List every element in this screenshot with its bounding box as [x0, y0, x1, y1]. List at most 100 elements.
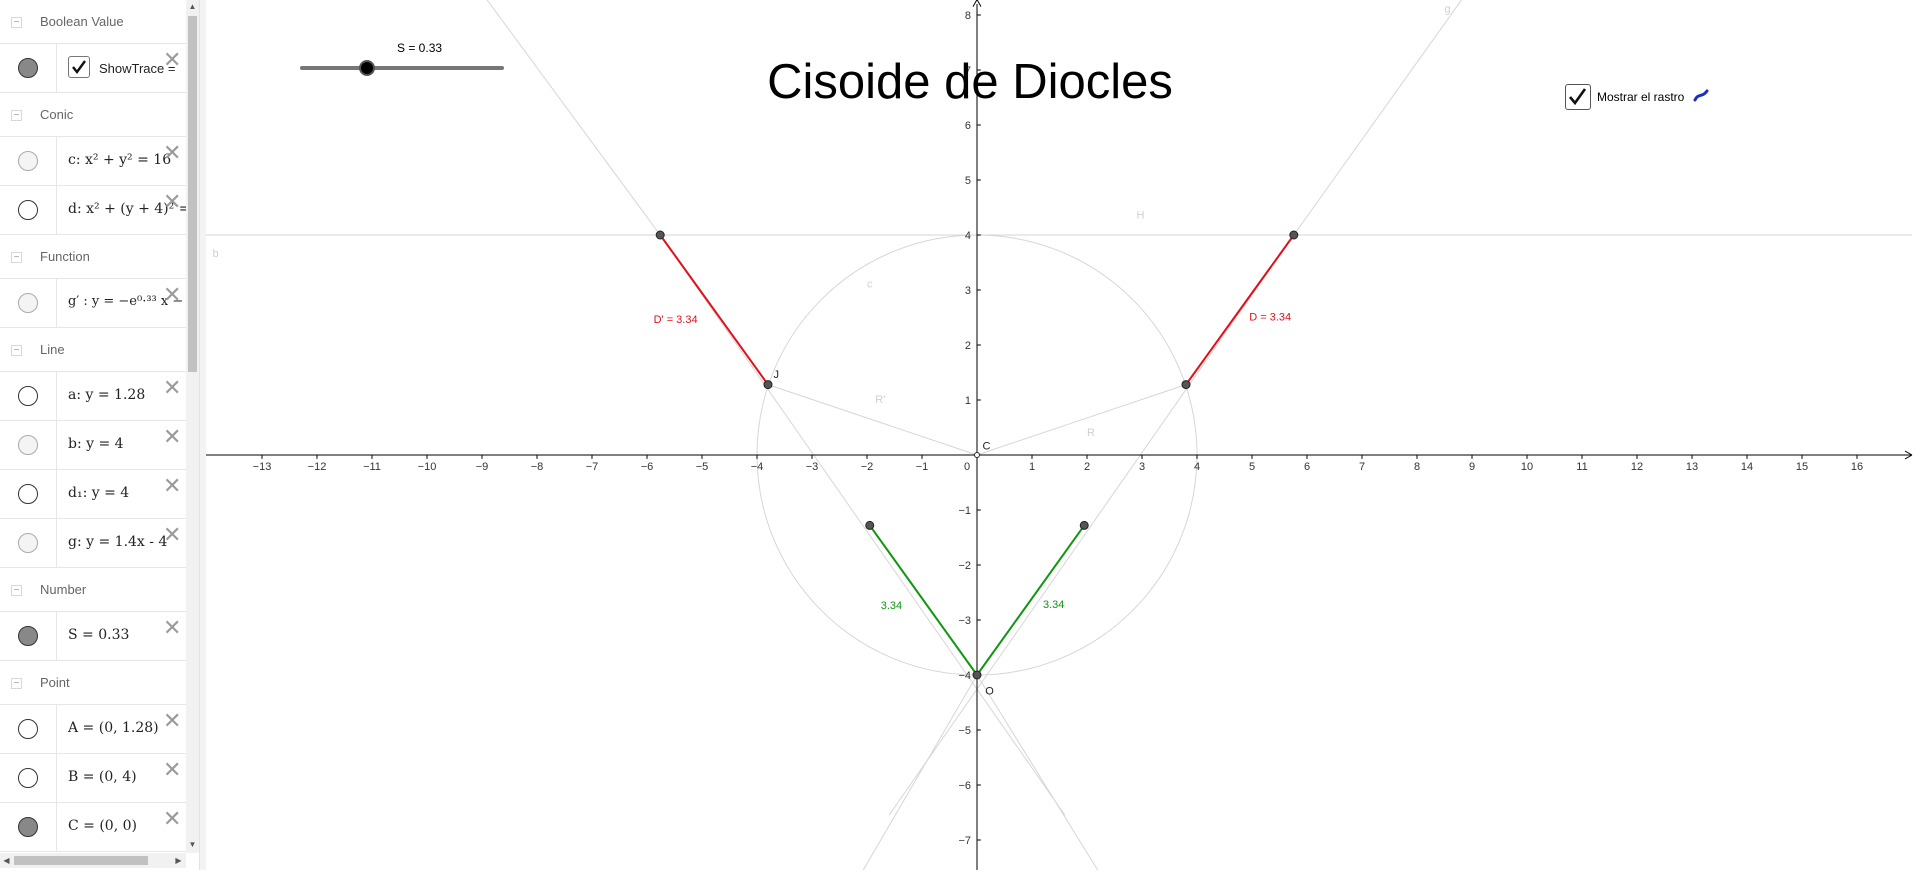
scroll-left-icon[interactable]: ◀ [0, 856, 13, 865]
delete-icon[interactable]: ✕ [163, 50, 181, 72]
checkmark-icon [72, 60, 86, 74]
algebra-item-a[interactable]: a: y = 1.28 ✕ [0, 372, 186, 421]
scroll-right-icon[interactable]: ▶ [172, 856, 185, 865]
algebra-item-d1[interactable]: d₁: y = 4 ✕ [0, 470, 186, 519]
collapse-icon[interactable]: − [11, 585, 22, 596]
category-boolean-value[interactable]: − Boolean Value [0, 0, 186, 44]
x-tick-label: −7 [586, 461, 599, 473]
show-trace-label: Mostrar el rastro [1597, 90, 1685, 104]
category-line[interactable]: − Line [0, 328, 186, 372]
y-tick-label: 4 [965, 230, 971, 242]
label-d-prime: D' = 3.34 [654, 314, 698, 326]
visibility-toggle[interactable] [18, 386, 38, 406]
category-number[interactable]: − Number [0, 568, 186, 612]
algebra-item-gprime[interactable]: g′ : y = −e⁰·³³ x − 4 ✕ [0, 279, 186, 328]
label-h: H [1137, 210, 1145, 222]
y-tick-label: 3 [965, 285, 971, 297]
delete-icon[interactable]: ✕ [163, 285, 181, 307]
label-j: J [774, 369, 780, 381]
y-tick-label: 6 [965, 120, 971, 132]
algebra-item-c[interactable]: c: x² + y² = 16 ✕ [0, 137, 186, 186]
label-r-prime: R' [875, 394, 885, 406]
visibility-toggle[interactable] [18, 533, 38, 553]
category-point[interactable]: − Point [0, 661, 186, 705]
x-tick-label: 16 [1851, 461, 1863, 473]
category-conic[interactable]: − Conic [0, 93, 186, 137]
delete-icon[interactable]: ✕ [163, 711, 181, 733]
algebra-view[interactable]: − Boolean Value ShowTrace = ✕ − Conic c:… [0, 0, 186, 853]
category-label: Conic [40, 107, 74, 122]
delete-icon[interactable]: ✕ [163, 427, 181, 449]
scroll-down-icon[interactable]: ▼ [186, 840, 199, 849]
y-tick-label: −3 [958, 615, 971, 627]
show-trace-checkbox[interactable] [1565, 84, 1591, 110]
x-tick-label: 10 [1521, 461, 1533, 473]
algebra-item-g[interactable]: g: y = 1.4x - 4 ✕ [0, 519, 186, 568]
algebra-item-text: b: y = 4 [68, 436, 124, 452]
showtrace-checkbox[interactable] [68, 56, 90, 78]
y-tick-label: 5 [965, 175, 971, 187]
delete-icon[interactable]: ✕ [163, 525, 181, 547]
x-tick-label: 0 [964, 461, 970, 473]
algebra-item-b[interactable]: b: y = 4 ✕ [0, 421, 186, 470]
y-tick-label: −7 [958, 835, 971, 847]
scrollbar-thumb[interactable] [188, 16, 197, 372]
delete-icon[interactable]: ✕ [163, 192, 181, 214]
visibility-toggle[interactable] [18, 58, 38, 78]
delete-icon[interactable]: ✕ [163, 809, 181, 831]
delete-icon[interactable]: ✕ [163, 618, 181, 640]
visibility-toggle[interactable] [18, 293, 38, 313]
x-tick-label: 1 [1029, 461, 1035, 473]
x-tick-label: 15 [1796, 461, 1808, 473]
x-tick-label: −3 [806, 461, 819, 473]
point [1079, 520, 1089, 530]
graphics-view[interactable]: −13 −12 −11 −10 −9 −8 −7 −6 −5 −4 −3 −2 −1 0 1 2 3 4 5 6 7 8 9… [196, 0, 1920, 875]
line-lower-right [976, 674, 1102, 875]
category-label: Line [40, 342, 65, 357]
collapse-icon[interactable]: − [11, 252, 22, 263]
point [972, 670, 982, 680]
visibility-toggle[interactable] [18, 484, 38, 504]
label-d: D = 3.34 [1249, 311, 1291, 323]
visibility-toggle[interactable] [18, 626, 38, 646]
scroll-up-icon[interactable]: ▲ [186, 2, 199, 11]
visibility-toggle[interactable] [18, 200, 38, 220]
delete-icon[interactable]: ✕ [163, 143, 181, 165]
x-tick-label: −6 [641, 461, 654, 473]
x-tick-label: −11 [363, 461, 381, 473]
delete-icon[interactable]: ✕ [163, 476, 181, 498]
algebra-item-d[interactable]: d: x² + (y + 4)² = ✕ [0, 186, 186, 235]
category-function[interactable]: − Function [0, 235, 186, 279]
collapse-icon[interactable]: − [11, 17, 22, 28]
algebra-item-showtrace[interactable]: ShowTrace = ✕ [0, 44, 186, 93]
visibility-toggle[interactable] [18, 719, 38, 739]
delete-icon[interactable]: ✕ [163, 760, 181, 782]
scrollbar-thumb[interactable] [14, 856, 148, 865]
collapse-icon[interactable]: − [11, 110, 22, 121]
algebra-item-text: C = (0, 0) [68, 818, 137, 834]
visibility-toggle[interactable] [18, 817, 38, 837]
visibility-toggle[interactable] [18, 151, 38, 171]
x-tick-label: −13 [253, 461, 272, 473]
trace-pen-icon [1693, 89, 1709, 102]
delete-icon[interactable]: ✕ [163, 378, 181, 400]
algebra-horizontal-scrollbar[interactable]: ◀ ▶ [0, 853, 186, 868]
slider-label: S = 0.33 [397, 41, 443, 55]
algebra-item-s[interactable]: S = 0.33 ✕ [0, 612, 186, 661]
y-tick-label: −5 [958, 725, 971, 737]
algebra-item-pointB[interactable]: B = (0, 4) ✕ [0, 754, 186, 803]
visibility-toggle[interactable] [18, 768, 38, 788]
algebra-vertical-scrollbar[interactable]: ▲ ▼ [186, 0, 199, 853]
label-line-b: b [213, 248, 219, 260]
graphics-canvas[interactable]: −13 −12 −11 −10 −9 −8 −7 −6 −5 −4 −3 −2 −1 0 1 2 3 4 5 6 7 8 9… [196, 0, 1920, 875]
algebra-item-pointC[interactable]: C = (0, 0) ✕ [0, 803, 186, 852]
collapse-icon[interactable]: − [11, 678, 22, 689]
collapse-icon[interactable]: − [11, 345, 22, 356]
algebra-item-text: S = 0.33 [68, 627, 130, 643]
visibility-toggle[interactable] [18, 435, 38, 455]
algebra-item-text: B = (0, 4) [68, 769, 137, 785]
view-divider[interactable] [199, 0, 206, 870]
algebra-item-pointA[interactable]: A = (0, 1.28) ✕ [0, 705, 186, 754]
slider-s-track[interactable] [300, 66, 504, 70]
y-tick-label: −2 [958, 560, 971, 572]
